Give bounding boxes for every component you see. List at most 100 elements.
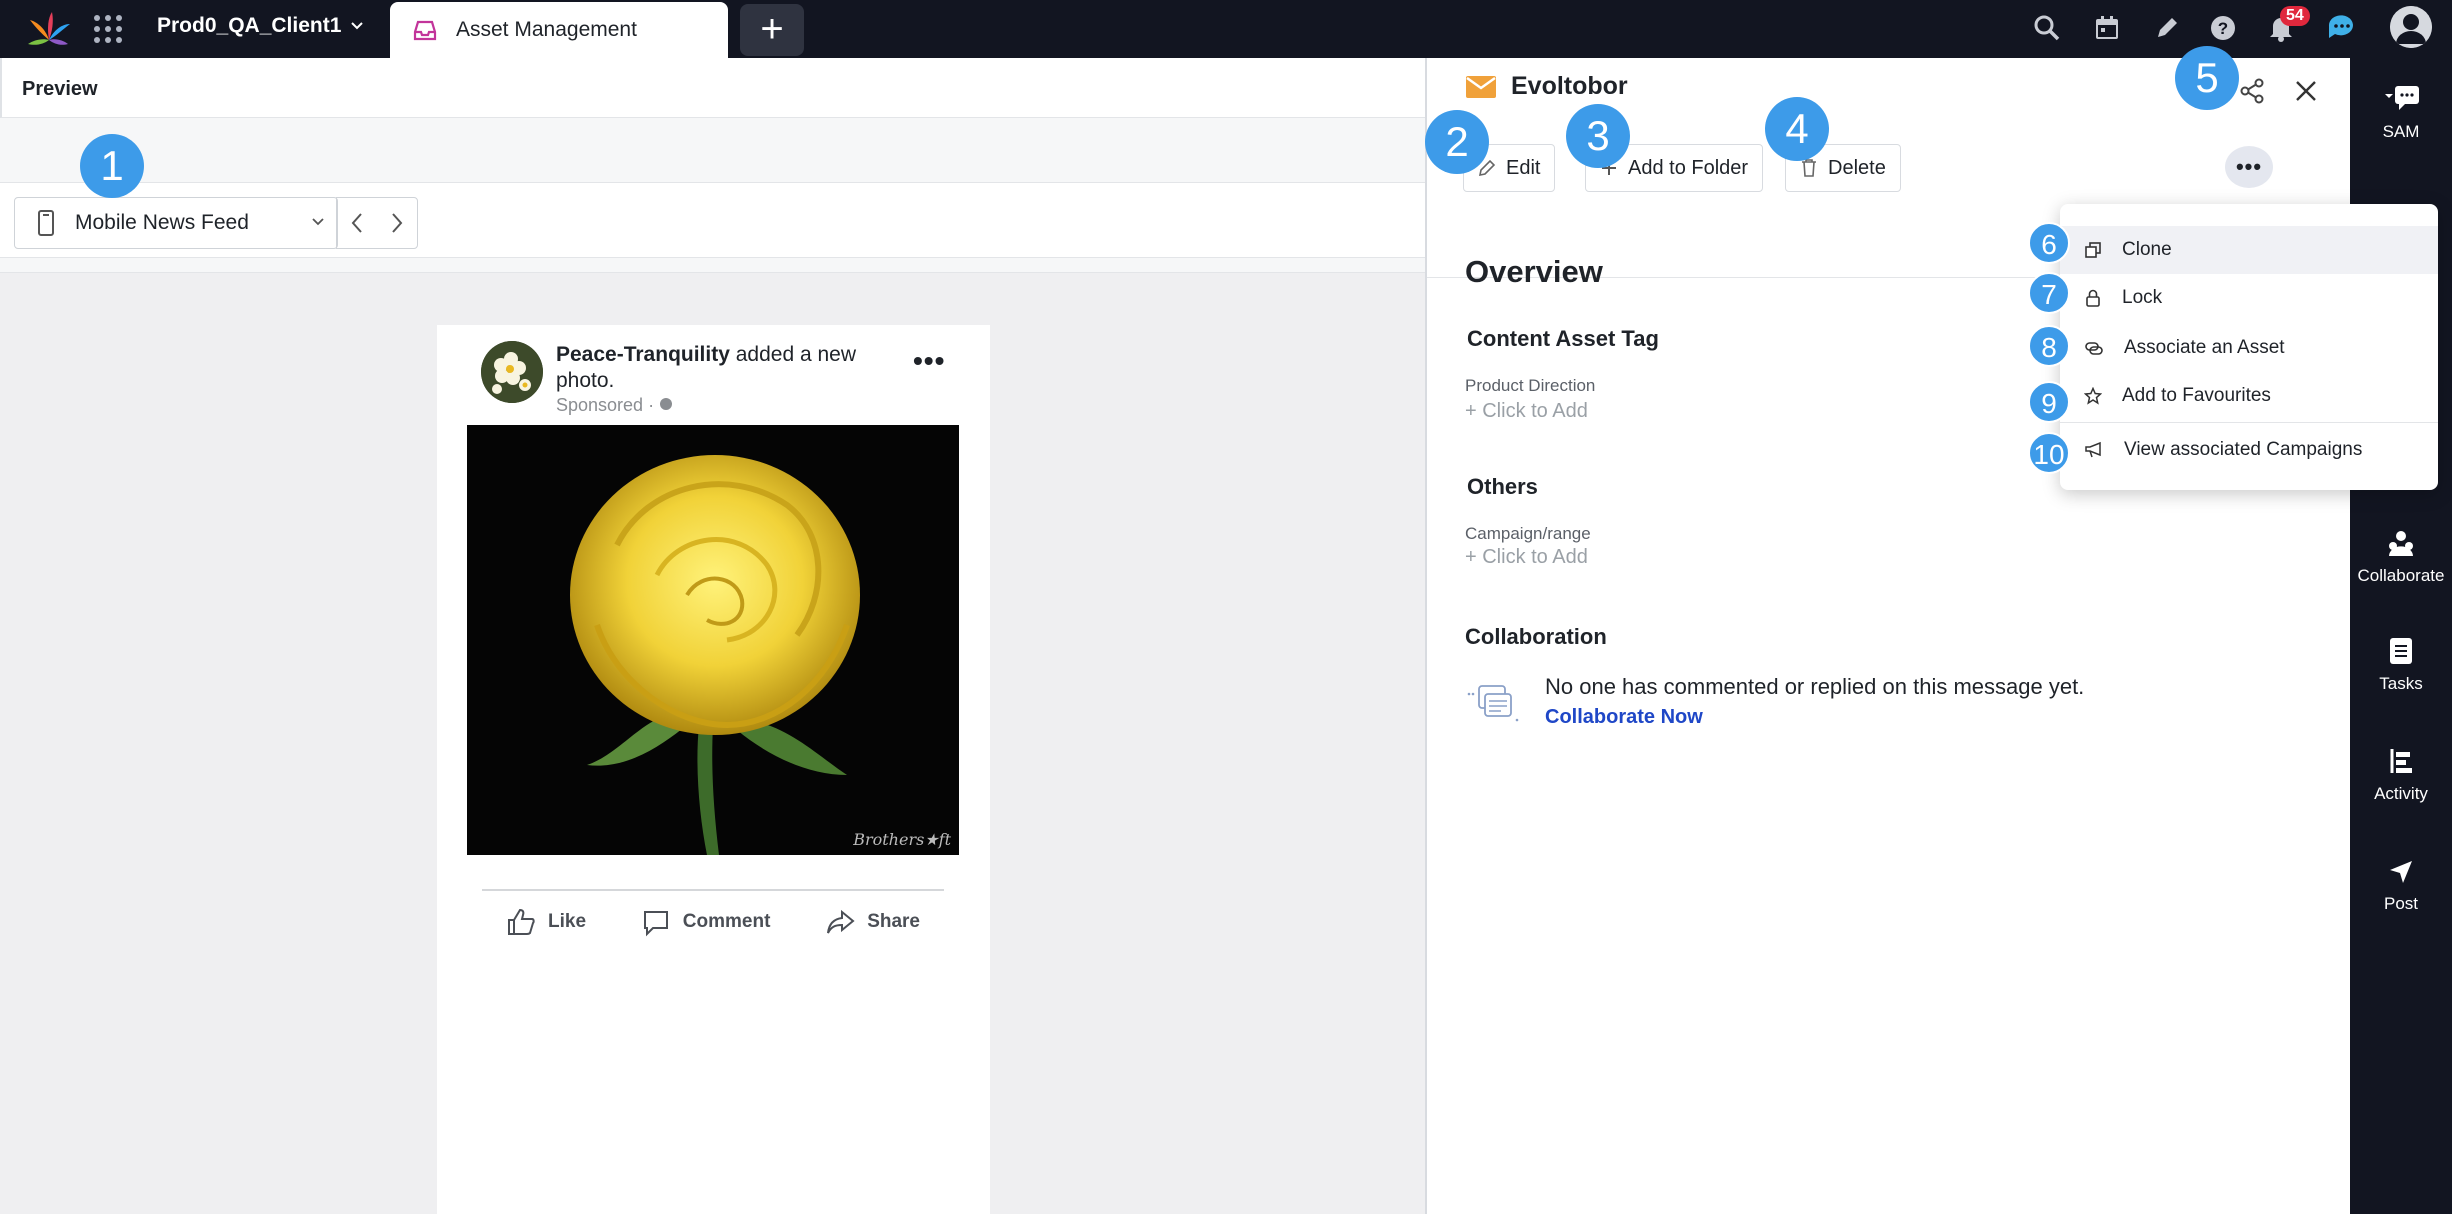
collaboration-heading: Collaboration [1465,624,1607,649]
share-arrow-icon [827,909,855,934]
callout-marker: 6 [2028,222,2070,264]
workspace-switcher[interactable]: Prod0_QA_Client1 [157,14,365,38]
more-actions-button[interactable]: ••• [2225,146,2273,188]
add-to-folder-label: Add to Folder [1628,156,1749,179]
mail-icon [1466,75,1496,98]
preview-controls: Mobile News Feed [0,182,1425,258]
others-heading: Others [1467,474,1538,499]
campaign-range-add[interactable]: + Click to Add [1465,546,1588,569]
product-direction-add[interactable]: + Click to Add [1465,400,1588,423]
collaborate-now-link[interactable]: Collaborate Now [1545,706,1703,729]
page-name[interactable]: Peace-Tranquility [556,343,730,366]
send-icon [2390,861,2412,883]
rail-sam-label: SAM [2382,122,2420,141]
menu-item-label: Add to Favourites [2122,385,2271,406]
thumbs-up-icon [508,908,535,935]
callout-marker: 5 [2175,46,2239,110]
rail-collaborate-label: Collaborate [2357,566,2445,585]
rail-post-label: Post [2383,894,2419,913]
menu-divider [2060,422,2438,423]
callout-marker: 2 [1425,110,1489,174]
campaign-range-label: Campaign/range [1465,524,1591,543]
help-icon[interactable]: ? [2208,13,2238,43]
globe-icon [660,398,673,410]
svg-text:?: ? [2218,19,2228,38]
product-direction-label: Product Direction [1465,376,1596,395]
menu-item-label: Associate an Asset [2124,337,2285,358]
chat-icon[interactable] [2326,12,2356,42]
comments-icon [1467,685,1519,722]
app-root: Prod0_QA_Client1 Asset Management + ? 54… [0,0,2452,1214]
asset-title: Evoltobor [1465,72,1628,101]
placement-select-value: Mobile News Feed [75,211,249,234]
content-asset-tag-heading: Content Asset Tag [1467,326,1659,351]
callout-marker: 1 [80,134,144,198]
search-icon[interactable] [2032,13,2062,43]
notification-badge: 54 [2280,6,2310,26]
share-icon[interactable] [2239,78,2265,104]
image-watermark: Brothers★ft [852,830,951,849]
close-icon[interactable] [2293,78,2319,104]
callout-marker: 8 [2028,325,2070,367]
callout-marker: 10 [2028,432,2070,474]
calendar-icon[interactable] [2092,13,2122,43]
preview-canvas: Peace-Tranquility added a new photo. Spo… [0,273,1425,1214]
chevron-down-icon [351,22,364,30]
menu-item-label: Lock [2122,287,2163,308]
menu-item-associate-asset[interactable]: Associate an Asset [2060,324,2438,372]
like-button[interactable]: Like [506,897,586,947]
tab-label: Asset Management [456,18,637,41]
inbox-icon [413,20,437,41]
app-launcher-icon[interactable] [92,13,122,43]
share-label: Share [867,911,920,932]
clone-icon [2085,242,2101,258]
chevron-right-icon[interactable] [387,211,407,235]
page-avatar [481,341,543,403]
chevron-left-icon[interactable] [347,211,367,235]
add-tab-button[interactable]: + [740,4,804,56]
placement-select[interactable]: Mobile News Feed [14,197,338,249]
callout-marker: 3 [1566,104,1630,168]
rail-item-collaborate[interactable]: Collaborate [2350,528,2452,586]
delete-label: Delete [1828,156,1886,179]
sponsored-label: Sponsored · [556,395,673,416]
preview-toolbar: Mobile News Feed [0,118,1425,273]
rail-item-sam[interactable]: SAM [2350,84,2452,142]
lock-icon [2086,289,2100,307]
chat-bubble-icon [2385,86,2419,110]
callout-marker: 7 [2028,272,2070,314]
link-icon [2085,342,2103,355]
collaborate-icon [2389,531,2413,556]
rail-item-activity[interactable]: Activity [2350,746,2452,804]
post-more-options[interactable]: ••• [913,345,945,377]
activity-icon [2390,749,2412,773]
menu-item-lock[interactable]: Lock [2060,274,2438,322]
comment-label: Comment [682,911,771,932]
menu-item-label: View associated Campaigns [2124,439,2363,460]
edit-label: Edit [1506,156,1541,179]
star-icon [2084,387,2102,405]
menu-item-add-to-favourites[interactable]: Add to Favourites [2060,372,2438,420]
menu-item-view-campaigns[interactable]: View associated Campaigns [2060,426,2438,474]
asset-title-text: Evoltobor [1511,72,1628,100]
pencil-icon[interactable] [2152,13,2182,43]
comment-button[interactable]: Comment [641,897,771,947]
rail-item-post[interactable]: Post [2350,858,2452,914]
menu-item-clone[interactable]: Clone [2060,226,2438,274]
brand-logo[interactable] [28,10,70,48]
comment-icon [643,911,668,937]
share-button[interactable]: Share [825,897,920,947]
user-avatar[interactable] [2390,6,2432,48]
rail-item-tasks[interactable]: Tasks [2350,636,2452,694]
workspace-name: Prod0_QA_Client1 [157,14,342,37]
facebook-post-preview: Peace-Tranquility added a new photo. Spo… [437,325,990,1214]
preview-header: Preview [0,58,1425,118]
mobile-device-icon [38,210,54,236]
like-label: Like [548,911,587,932]
post-actions: Like Comment Share [482,897,944,947]
rail-activity-label: Activity [2374,784,2428,803]
divider [482,889,944,891]
tab-asset-management[interactable]: Asset Management [390,2,728,58]
post-headline: Peace-Tranquility added a new photo. [556,342,886,394]
megaphone-icon [2085,441,2101,458]
